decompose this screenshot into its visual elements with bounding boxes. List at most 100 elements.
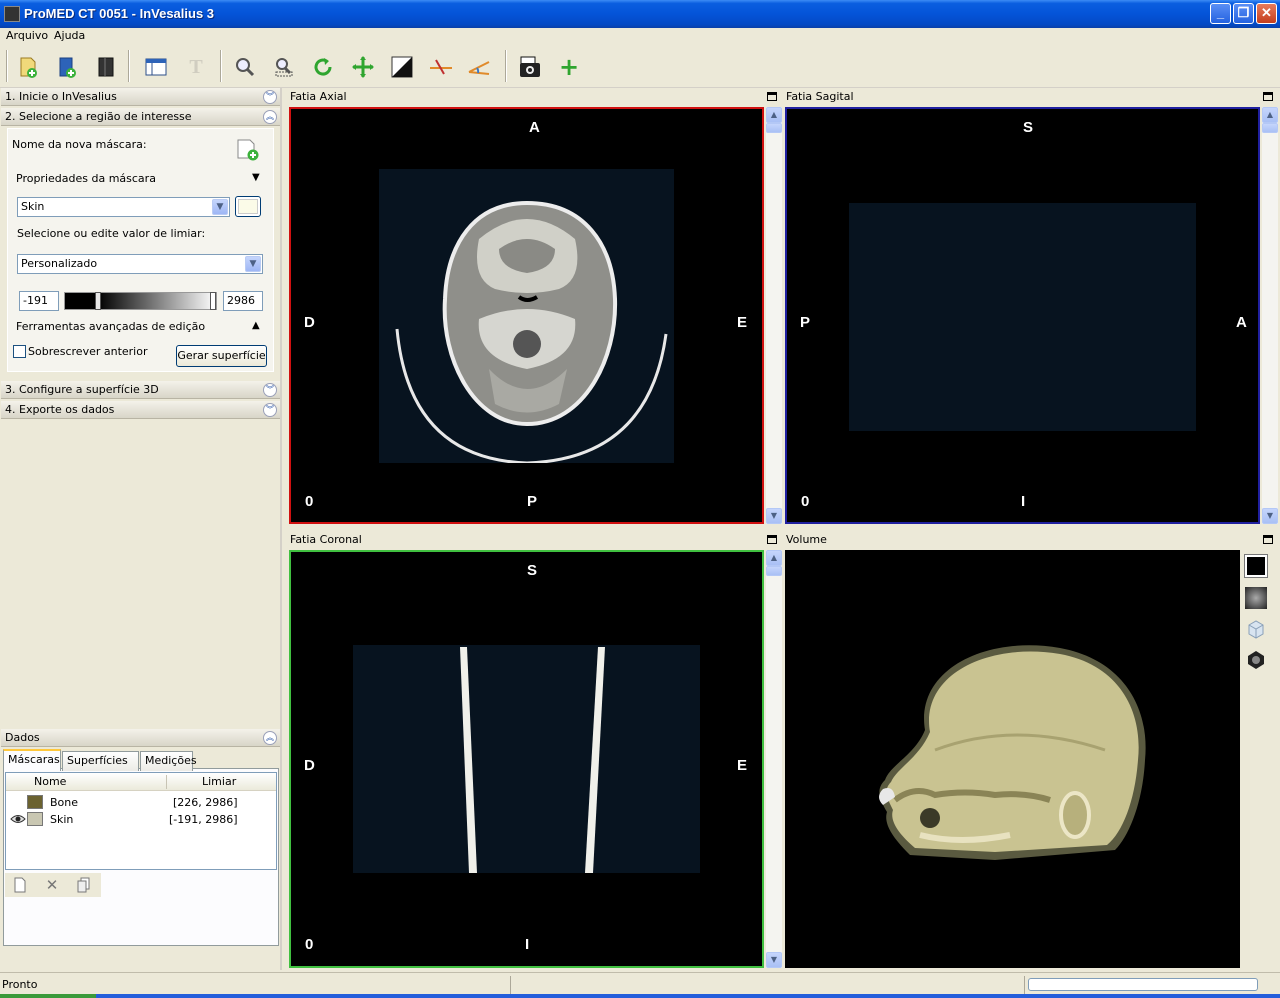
scroll-down-icon[interactable]: ▼ (766, 508, 782, 524)
section-title: 3. Configure a superfície 3D (5, 383, 159, 396)
raycasting-icon[interactable] (1245, 587, 1267, 609)
scroll-thumb[interactable] (1262, 123, 1278, 133)
overwrite-checkbox[interactable] (13, 345, 26, 358)
sagittal-viewport[interactable]: S I P A 0 (785, 107, 1260, 524)
sagittal-scrollbar[interactable]: ▲ ▼ (1262, 107, 1278, 524)
scroll-down-icon[interactable]: ▼ (1262, 508, 1278, 524)
axial-orientation-left: D (304, 314, 315, 331)
collapse-icon[interactable]: ︽ (263, 110, 277, 124)
scroll-up-icon[interactable]: ▲ (766, 107, 782, 123)
view-orientation-icon[interactable] (1245, 648, 1267, 670)
chevron-down-icon[interactable]: ▼ (245, 256, 261, 272)
section-header-export[interactable]: 4. Exporte os dados ︾ (1, 401, 280, 419)
cube-view-icon[interactable] (1245, 618, 1267, 640)
section-header-surface[interactable]: 3. Configure a superfície 3D ︾ (1, 381, 280, 399)
section-title: 4. Exporte os dados (5, 403, 115, 416)
import-file-icon[interactable] (15, 54, 41, 80)
coronal-orientation-right: E (737, 757, 748, 774)
axial-scrollbar[interactable]: ▲ ▼ (766, 107, 782, 524)
scroll-up-icon[interactable]: ▲ (766, 550, 782, 566)
threshold-preset-select[interactable]: Personalizado ▼ (17, 254, 263, 274)
toolbar-separator (128, 50, 130, 82)
scroll-thumb[interactable] (766, 123, 782, 133)
threshold-min-field[interactable]: -191 (19, 291, 59, 311)
background-color-button[interactable] (1244, 554, 1268, 578)
chevron-down-icon[interactable]: ▼ (212, 199, 228, 215)
contrast-icon[interactable] (389, 54, 415, 80)
menu-arquivo[interactable]: Arquivo (2, 28, 52, 46)
add-icon[interactable]: + (556, 54, 582, 80)
open-project-icon[interactable] (54, 54, 80, 80)
mask-color-swatch (27, 812, 43, 826)
tab-measurements[interactable]: Medições (140, 751, 197, 771)
column-divider (166, 775, 167, 789)
coronal-viewport[interactable]: S I D E 0 (289, 550, 764, 968)
measure-angle-icon[interactable] (467, 54, 493, 80)
screenshot-icon[interactable] (517, 54, 543, 80)
expand-icon[interactable]: ︾ (263, 383, 277, 397)
rotate-icon[interactable] (310, 54, 336, 80)
toolbar: T + (0, 46, 1280, 88)
menu-ajuda[interactable]: Ajuda (50, 28, 89, 46)
pan-icon[interactable] (350, 54, 376, 80)
duplicate-icon[interactable] (76, 877, 92, 893)
volume-viewport[interactable] (785, 550, 1240, 968)
close-project-icon[interactable] (93, 54, 119, 80)
mask-select[interactable]: Skin ▼ (17, 197, 230, 217)
text-icon[interactable]: T (183, 54, 209, 80)
tab-masks[interactable]: Máscaras (3, 749, 61, 771)
new-mask-icon[interactable] (236, 138, 260, 162)
expand-icon[interactable]: ︾ (263, 90, 277, 104)
mask-color-button[interactable] (235, 196, 261, 217)
maximize-icon[interactable] (767, 535, 777, 544)
sagittal-orientation-right: A (1236, 314, 1247, 331)
maximize-icon[interactable] (1263, 535, 1273, 544)
delete-icon[interactable]: ✕ (44, 877, 60, 893)
status-divider (510, 976, 511, 994)
generate-surface-button[interactable]: Gerar superfície (176, 345, 267, 367)
restore-button[interactable]: ❐ (1233, 3, 1254, 24)
threshold-min-handle[interactable] (95, 292, 101, 310)
mask-name: Bone (50, 796, 79, 809)
threshold-max-field[interactable]: 2986 (223, 291, 263, 311)
volume-title-bar: Volume (783, 531, 1278, 549)
expand-triangle-icon[interactable]: ▲ (252, 320, 260, 331)
scroll-thumb[interactable] (766, 566, 782, 576)
zoom-icon[interactable] (232, 54, 258, 80)
layout-icon[interactable] (143, 54, 169, 80)
minimize-button[interactable]: _ (1210, 3, 1231, 24)
list-item[interactable]: Bone [226, 2986] (6, 794, 276, 811)
maximize-icon[interactable] (767, 92, 777, 101)
section-header-roi[interactable]: 2. Selecione a região de interesse ︽ (1, 108, 280, 126)
collapse-triangle-icon[interactable]: ▼ (252, 172, 260, 183)
tab-surfaces[interactable]: Superfícies 3D (62, 751, 139, 785)
sagittal-orientation-top: S (1023, 119, 1034, 136)
list-item[interactable]: Skin [-191, 2986] (6, 811, 276, 828)
expand-icon[interactable]: ︾ (263, 403, 277, 417)
axial-slice-image (379, 169, 674, 465)
threshold-gradient-slider[interactable] (64, 292, 217, 310)
collapse-icon[interactable]: ︽ (263, 731, 277, 745)
eye-icon[interactable] (10, 813, 26, 825)
toolbar-separator (220, 50, 222, 82)
axial-title: Fatia Axial (290, 90, 347, 103)
section-header-start[interactable]: 1. Inicie o InVesalius ︾ (1, 88, 280, 106)
coronal-title-bar: Fatia Coronal (287, 531, 782, 549)
axial-viewport[interactable]: A P D E 0 (289, 107, 764, 524)
sagittal-title: Fatia Sagital (786, 90, 854, 103)
maximize-icon[interactable] (1263, 92, 1273, 101)
close-button[interactable]: ✕ (1256, 3, 1277, 24)
column-name[interactable]: Nome (34, 773, 66, 791)
status-divider (1024, 976, 1025, 994)
masks-list[interactable]: Nome Limiar Bone [226, 2986] Skin [-191,… (5, 772, 277, 870)
new-document-icon[interactable] (12, 877, 28, 893)
scroll-down-icon[interactable]: ▼ (766, 952, 782, 968)
toolbar-separator (6, 50, 8, 82)
zoom-select-icon[interactable] (271, 54, 297, 80)
scroll-up-icon[interactable]: ▲ (1262, 107, 1278, 123)
threshold-max-handle[interactable] (210, 292, 216, 310)
measure-distance-icon[interactable] (428, 54, 454, 80)
data-panel-header[interactable]: Dados ︽ (1, 729, 280, 747)
column-threshold[interactable]: Limiar (202, 773, 236, 791)
coronal-scrollbar[interactable]: ▲ ▼ (766, 550, 782, 968)
